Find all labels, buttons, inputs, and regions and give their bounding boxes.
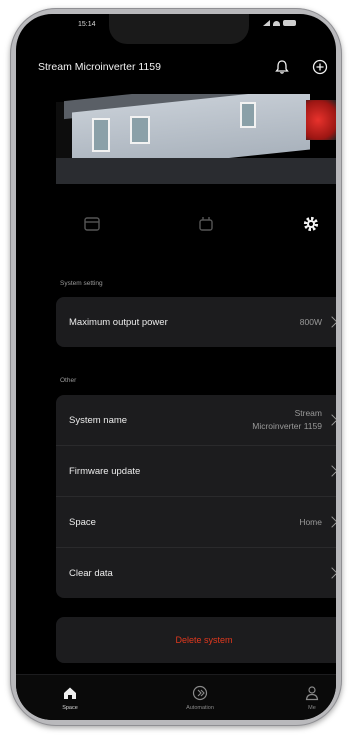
nav-item-me[interactable]: Me bbox=[282, 685, 336, 711]
row-system-name[interactable]: System name Stream Microinverter 1159 bbox=[56, 395, 336, 445]
row-label: Maximum output power bbox=[69, 316, 168, 328]
system-setting-card: Maximum output power 800W bbox=[56, 297, 336, 347]
status-time: 15:14 bbox=[78, 21, 96, 28]
chevron-right-icon bbox=[326, 516, 336, 528]
house-window bbox=[92, 118, 110, 152]
bell-icon[interactable] bbox=[274, 59, 290, 75]
chevron-right-icon bbox=[326, 465, 336, 477]
row-clear-data[interactable]: Clear data bbox=[56, 547, 336, 598]
nav-item-space[interactable]: Space bbox=[40, 685, 100, 711]
row-value: Stream Microinverter 1159 bbox=[252, 407, 322, 433]
dashboard-icon[interactable] bbox=[82, 214, 102, 234]
nav-label: Automation bbox=[186, 705, 214, 711]
row-firmware-update[interactable]: Firmware update bbox=[56, 445, 336, 496]
nav-label: Space bbox=[62, 705, 78, 711]
row-maximum-output-power[interactable]: Maximum output power 800W bbox=[56, 297, 336, 347]
row-label: Firmware update bbox=[69, 465, 141, 477]
chevron-right-icon bbox=[326, 316, 336, 328]
section-label-system-setting: System setting bbox=[60, 280, 103, 287]
red-car bbox=[306, 100, 336, 140]
row-value: Home bbox=[299, 516, 322, 527]
bottom-nav: Space Automation Me bbox=[16, 674, 336, 720]
signal-icon bbox=[263, 20, 270, 26]
home-icon bbox=[64, 687, 76, 699]
plus-circle-icon[interactable] bbox=[312, 59, 328, 75]
chevron-right-icon bbox=[326, 414, 336, 426]
row-label: Clear data bbox=[69, 567, 113, 579]
section-label-other: Other bbox=[60, 377, 77, 384]
settings-gear-icon[interactable] bbox=[301, 214, 321, 234]
chevron-right-icon bbox=[326, 567, 336, 579]
house-window bbox=[240, 102, 256, 128]
row-space[interactable]: Space Home bbox=[56, 496, 336, 547]
row-label: System name bbox=[69, 414, 128, 426]
row-value-line: Stream bbox=[294, 408, 322, 418]
row-label: Space bbox=[69, 516, 96, 528]
app-screen: 15:14 Stream Microinverter 1159 System s… bbox=[16, 14, 336, 720]
row-value-line: Microinverter 1159 bbox=[252, 421, 322, 431]
automation-icon bbox=[192, 685, 208, 701]
view-tabs bbox=[16, 214, 336, 238]
nav-item-automation[interactable]: Automation bbox=[170, 685, 230, 711]
delete-system-button[interactable]: Delete system bbox=[56, 617, 336, 663]
wifi-icon bbox=[273, 20, 280, 26]
user-icon bbox=[305, 686, 319, 701]
nav-label: Me bbox=[308, 705, 316, 711]
status-icons bbox=[263, 20, 296, 26]
house-hero-image bbox=[56, 94, 336, 184]
app-header: Stream Microinverter 1159 bbox=[16, 58, 336, 80]
device-icon[interactable] bbox=[196, 214, 216, 234]
app-title: Stream Microinverter 1159 bbox=[38, 61, 161, 73]
house-window bbox=[130, 116, 150, 144]
battery-icon bbox=[283, 20, 296, 26]
hero-ground bbox=[56, 158, 336, 184]
other-card: System name Stream Microinverter 1159 Fi… bbox=[56, 395, 336, 598]
notch bbox=[109, 14, 249, 44]
row-value: 800W bbox=[299, 316, 322, 327]
